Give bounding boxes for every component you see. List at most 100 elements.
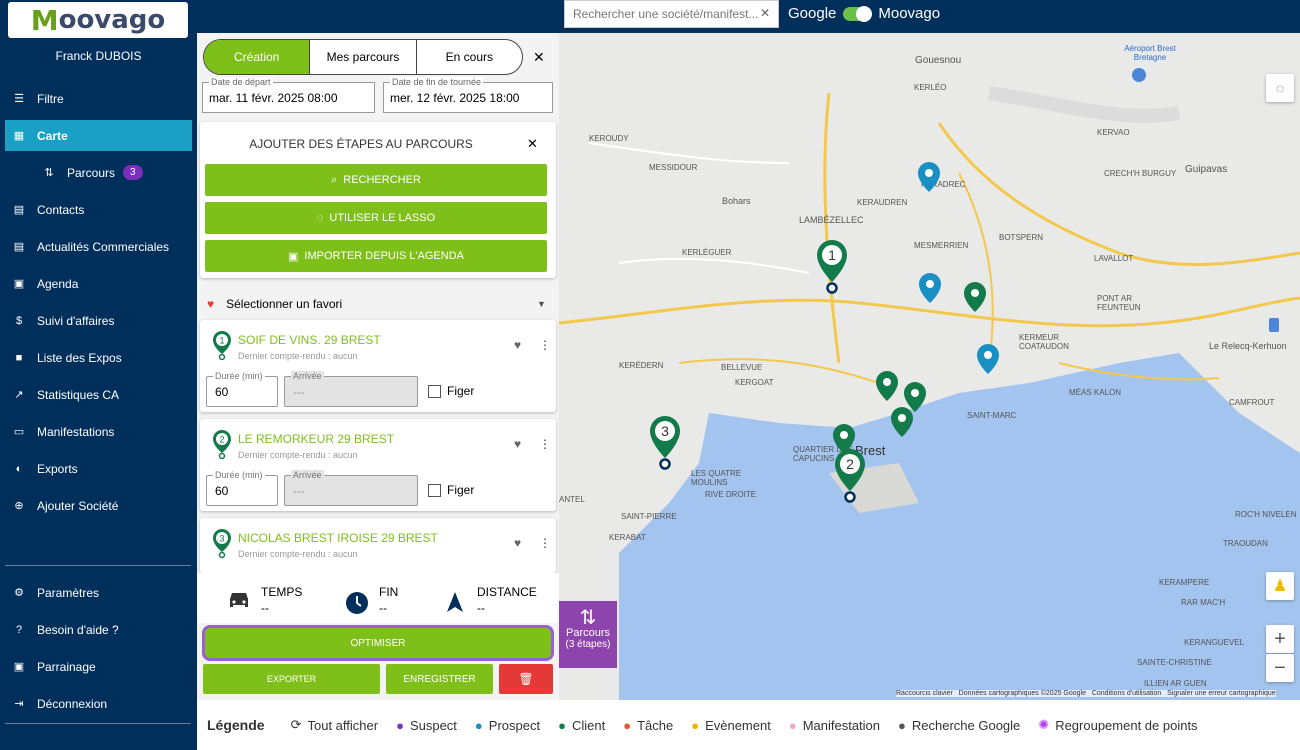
sidebar-item-actualites[interactable]: ▤ Actualités Commerciales [0, 228, 197, 265]
navigation-arrow-icon [447, 592, 463, 612]
client-pin-icon[interactable] [875, 370, 899, 402]
prospect-pin-icon[interactable] [976, 343, 1000, 375]
end-date-label: Date de fin de tournée [390, 77, 484, 87]
client-pin-icon[interactable] [963, 281, 987, 313]
legend-cluster[interactable]: ✺ Regroupement de points [1038, 717, 1197, 733]
company-search-input[interactable]: Rechercher une société/manifest... ✕ [564, 0, 779, 28]
route-stop-2-pin-icon[interactable]: 2 [832, 447, 868, 503]
delete-button[interactable]: 🗑 [499, 664, 553, 694]
lasso-button[interactable]: ◌ UTILISER LE LASSO [205, 202, 547, 234]
favorite-heart-icon[interactable]: ♥ [514, 536, 521, 550]
street-view-pegman-icon[interactable]: ♟ [1266, 572, 1294, 600]
close-add-steps-icon[interactable]: ✕ [527, 136, 538, 152]
legend-tache[interactable]: ● Tâche [623, 718, 673, 733]
deals-icon: $ [15, 314, 23, 327]
legend-google-search[interactable]: ● Recherche Google [898, 718, 1020, 733]
close-panel-icon[interactable]: ✕ [533, 49, 545, 66]
prospect-pin-icon[interactable] [917, 161, 941, 193]
map-label: RAR MAC'H [1181, 598, 1226, 607]
time-label: TEMPS [261, 585, 303, 599]
task-pin-icon: ● [623, 717, 632, 733]
distance-stat: DISTANCE -- [477, 585, 537, 615]
optimize-button[interactable]: OPTIMISER [202, 625, 554, 661]
legend-prospect[interactable]: ● Prospect [475, 718, 540, 733]
sidebar-item-expos[interactable]: ■ Liste des Expos [0, 339, 197, 376]
sidebar-item-aide[interactable]: ? Besoin d'aide ? [0, 611, 197, 648]
legend-show-all[interactable]: ⟳ Tout afficher [291, 717, 379, 733]
sidebar-item-carte[interactable]: ▦ Carte [5, 120, 192, 151]
report-error-link[interactable]: Signaler une erreur cartographique [1167, 690, 1276, 697]
duration-input[interactable]: Durée (min) 60 [206, 470, 278, 506]
map-source-switch[interactable] [843, 5, 873, 22]
clock-icon [346, 592, 368, 614]
sidebar-item-parrainage[interactable]: ▣ Parrainage [0, 648, 197, 685]
route-stop-1-pin-icon[interactable]: 1 [814, 238, 850, 294]
legend-label: Client [571, 717, 606, 733]
zoom-out-icon[interactable]: − [1266, 654, 1294, 682]
sidebar-item-filtre[interactable]: ☰ Filtre [0, 80, 197, 117]
keyboard-shortcuts-link[interactable]: Raccourcis clavier [896, 690, 953, 697]
sidebar-item-contacts[interactable]: ▤ Contacts [0, 191, 197, 228]
stats-icon: ↗ [14, 389, 24, 401]
start-date-field[interactable]: Date de départ mar. 11 févr. 2025 08:00 [202, 77, 375, 113]
legend-client[interactable]: ● Client [558, 718, 605, 733]
arrival-field: Arrivée --- [284, 371, 418, 407]
legend-label: Regroupement de points [1055, 717, 1198, 733]
duration-input[interactable]: Durée (min) 60 [206, 371, 278, 407]
terms-link[interactable]: Conditions d'utilisation [1092, 690, 1161, 697]
clear-search-icon[interactable]: ✕ [760, 6, 770, 20]
moovago-logo[interactable]: Moovago [8, 2, 188, 38]
favorite-heart-icon[interactable]: ♥ [514, 338, 521, 352]
favorite-select[interactable]: ♥ Sélectionner un favori ▼ [197, 289, 559, 319]
sidebar-item-label: Besoin d'aide ? [37, 622, 119, 637]
client-pin-icon[interactable] [890, 406, 914, 438]
fix-checkbox[interactable]: Figer [428, 483, 474, 497]
legend-manifestation[interactable]: ● Manifestation [789, 718, 880, 733]
refresh-icon: ⟳ [290, 717, 302, 732]
map-label: Aéroport Brest Bretagne [1124, 44, 1176, 62]
sidebar-item-stats[interactable]: ↗ Statistiques CA [0, 376, 197, 413]
sidebar-item-label: Filtre [37, 91, 64, 106]
lasso-icon[interactable]: ◌ [1266, 74, 1294, 102]
prospect-pin-icon[interactable] [918, 272, 942, 304]
sidebar-item-deconnexion[interactable]: ⇥ Déconnexion [0, 685, 197, 722]
svg-text:3: 3 [661, 423, 669, 439]
sidebar-item-suivi[interactable]: $ Suivi d'affaires [0, 302, 197, 339]
map-view[interactable]: Gouesnou KERLÉO KERVAO Guipavas CRECH'H … [559, 33, 1300, 700]
map-label: MÉAS KALON [1069, 388, 1122, 397]
zoom-in-icon[interactable]: + [1266, 625, 1294, 653]
stop-name[interactable]: SOIF DE VINS. 29 BREST [238, 333, 381, 347]
export-button[interactable]: EXPORTER [203, 664, 380, 694]
more-options-icon[interactable]: ⋮ [539, 536, 551, 550]
sidebar-item-parcours[interactable]: ⇅ Parcours 3 [0, 154, 197, 191]
start-date-label: Date de départ [209, 77, 273, 87]
tab-creation[interactable]: Création [204, 40, 311, 74]
sidebar-item-agenda[interactable]: ▣ Agenda [0, 265, 197, 302]
end-date-field[interactable]: Date de fin de tournée mer. 12 févr. 2025… [383, 77, 553, 113]
checkbox-icon [428, 384, 441, 398]
sidebar-item-ajouter[interactable]: ⊕ Ajouter Société [0, 487, 197, 524]
more-options-icon[interactable]: ⋮ [539, 338, 551, 352]
save-button[interactable]: ENREGISTRER [386, 664, 493, 694]
stop-name[interactable]: LE REMORKEUR 29 BREST [238, 432, 394, 446]
search-steps-button[interactable]: ⌕ RECHERCHER [205, 164, 547, 196]
map-label: Le Relecq-Kerhuon [1209, 341, 1287, 351]
stop-name[interactable]: NICOLAS BREST IROISE 29 BREST [238, 531, 438, 545]
sidebar-item-manifestations[interactable]: ▭ Manifestations [0, 413, 197, 450]
sidebar-item-label: Manifestations [37, 424, 115, 439]
tab-mes-parcours[interactable]: Mes parcours [310, 40, 417, 74]
arrival-field: Arrivée --- [284, 470, 418, 506]
fix-checkbox[interactable]: Figer [428, 384, 474, 398]
sidebar-item-parametres[interactable]: ⚙ Paramètres [0, 574, 197, 611]
map-label: ANTEL [559, 495, 585, 504]
sidebar-item-exports[interactable]: ◐ Exports [0, 450, 197, 487]
route-stop-3-pin-icon[interactable]: 3 [647, 414, 683, 470]
map-label: TRAOUDAN [1223, 539, 1268, 548]
parcours-toggle-button[interactable]: ⇅ Parcours (3 étapes) [559, 601, 617, 668]
legend-suspect[interactable]: ● Suspect [396, 718, 457, 733]
more-options-icon[interactable]: ⋮ [539, 437, 551, 451]
import-agenda-button[interactable]: ▣ IMPORTER DEPUIS L'AGENDA [205, 240, 547, 272]
favorite-heart-icon[interactable]: ♥ [514, 437, 521, 451]
legend-evenement[interactable]: ● Evènement [691, 718, 771, 733]
tab-en-cours[interactable]: En cours [417, 40, 522, 74]
